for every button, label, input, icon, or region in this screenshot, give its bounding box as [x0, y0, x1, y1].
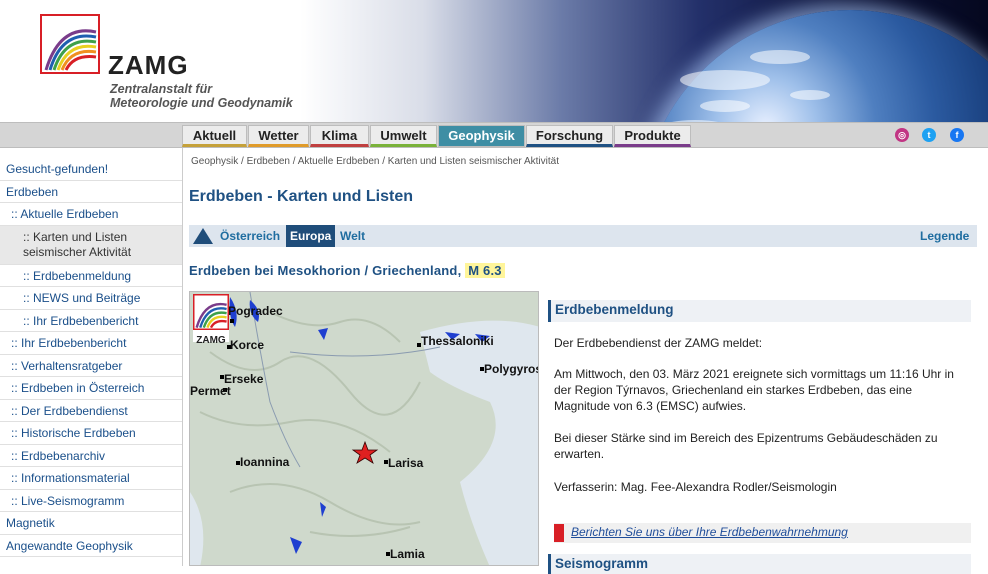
info-heading: Erdbebenmeldung	[555, 302, 674, 317]
sidebar-item-erdbebenarchiv[interactable]: :: Erdbebenarchiv	[0, 445, 182, 467]
map-city-label: Lamia	[390, 547, 425, 561]
zamg-logo-icon	[192, 293, 230, 331]
sidebar-item-karten-line2: seismischer Aktivität	[23, 244, 132, 259]
map-city-label: Larisa	[388, 456, 424, 470]
legend-button[interactable]: Legende	[920, 225, 970, 247]
tab-umwelt[interactable]: Umwelt	[370, 125, 437, 147]
sidebar-item-news[interactable]: :: NEWS und Beiträge	[0, 287, 182, 310]
facebook-icon[interactable]: f	[950, 128, 964, 142]
info-p2-line2: erwarten.	[554, 447, 605, 461]
page-title: Erdbeben - Karten und Listen	[189, 188, 414, 205]
info-paragraph-2: Bei dieser Stärke sind im Bereich des Ep…	[554, 430, 964, 462]
tab-produkte[interactable]: Produkte	[614, 125, 691, 147]
info-panel: Erdbebenmeldung Der Erdbebendienst der Z…	[548, 290, 971, 574]
map-zamg-logo: ZAMG	[192, 293, 230, 346]
sidebar-item-erdbebendienst[interactable]: :: Der Erdbebendienst	[0, 400, 182, 422]
report-row: Berichten Sie uns über Ihre Erdbebenwahr…	[554, 523, 971, 543]
tab-europa[interactable]: Europa	[286, 225, 336, 247]
report-link[interactable]: Berichten Sie uns über Ihre Erdbebenwahr…	[571, 525, 848, 539]
info-p1-line3: Magnitude von 6.3 (EMSC) aufwies.	[554, 399, 747, 413]
sidebar-item-live-seismogramm[interactable]: :: Live-Seismogramm	[0, 490, 182, 512]
triangle-up-icon[interactable]	[191, 226, 215, 246]
map-city-label: Pogradec	[228, 304, 283, 318]
sidebar-item-informationsmaterial[interactable]: :: Informationsmaterial	[0, 467, 182, 490]
sidebar-item-ihr-erdbebenbericht-sub[interactable]: :: Ihr Erdbebenbericht	[0, 310, 182, 332]
brand-subtitle-line2: Meteorologie und Geodynamik	[110, 96, 293, 110]
earthquake-map[interactable]: Pogradec Korce Erseke Permet Thessalonik…	[189, 291, 539, 566]
map-city-label: Polygyros	[484, 362, 539, 376]
sidebar-item-karten-und-listen[interactable]: :: Karten und Listen seismischer Aktivit…	[0, 226, 182, 265]
seismogram-header: Seismogramm	[548, 554, 971, 574]
sidebar-item-karten-line1: :: Karten und Listen	[23, 230, 128, 244]
sidebar-item-verhaltensratgeber[interactable]: :: Verhaltensratgeber	[0, 355, 182, 377]
breadcrumb[interactable]: Geophysik / Erdbeben / Aktuelle Erdbeben…	[191, 156, 559, 167]
red-marker	[554, 524, 564, 542]
quake-magnitude: M 6.3	[465, 263, 505, 278]
sidebar-item-erdbeben-in-oesterreich[interactable]: :: Erdbeben in Österreich	[0, 377, 182, 400]
map-city-label: Ioannina	[240, 455, 290, 469]
tab-aktuell[interactable]: Aktuell	[182, 125, 247, 147]
region-tabs: Österreich Europa Welt Legende	[189, 225, 977, 247]
map-city-label: Permet	[190, 384, 231, 398]
tab-geophysik[interactable]: Geophysik	[438, 125, 525, 147]
tab-wetter[interactable]: Wetter	[248, 125, 309, 147]
sidebar-divider	[182, 148, 183, 566]
sidebar-item-angewandte-geophysik[interactable]: Angewandte Geophysik	[0, 535, 182, 557]
brand-subtitle-line1: Zentralanstalt für	[110, 82, 213, 96]
quake-title: Erdbeben bei Mesokhorion / Griechenland,…	[189, 263, 505, 278]
tab-welt[interactable]: Welt	[340, 225, 365, 247]
brand-subtitle: Zentralanstalt für Meteorologie und Geod…	[110, 82, 293, 110]
map-logo-text: ZAMG	[196, 335, 226, 346]
zamg-logo-icon[interactable]	[40, 14, 100, 74]
info-intro: Der Erdbebendienst der ZAMG meldet:	[554, 336, 763, 350]
header: ZAMG Zentralanstalt für Meteorologie und…	[0, 0, 988, 122]
info-p2-line1: Bei dieser Stärke sind im Bereich des Ep…	[554, 431, 938, 445]
sidebar-item-erdbebenmeldung[interactable]: :: Erdbebenmeldung	[0, 265, 182, 287]
quake-location: Erdbeben bei Mesokhorion / Griechenland,	[189, 263, 462, 278]
instagram-icon[interactable]: ◎	[895, 128, 909, 142]
info-p1-line2: der Region Týrnavos, Griechenland ein st…	[554, 383, 912, 397]
main-nav: Aktuell Wetter Klima Umwelt Geophysik Fo…	[0, 122, 988, 148]
tab-klima[interactable]: Klima	[310, 125, 369, 147]
tab-forschung[interactable]: Forschung	[526, 125, 613, 147]
sidebar-item-aktuelle-erdbeben[interactable]: :: Aktuelle Erdbeben	[0, 203, 182, 226]
info-author: Verfasserin: Mag. Fee-Alexandra Rodler/S…	[554, 480, 837, 494]
info-p1-line1: Am Mittwoch, den 03. März 2021 ereignete…	[554, 367, 954, 381]
tab-oesterreich[interactable]: Österreich	[220, 225, 280, 247]
map-city-label: Korce	[230, 338, 265, 352]
info-paragraph-1: Am Mittwoch, den 03. März 2021 ereignete…	[554, 366, 964, 414]
map-city-label: Thessaloniki	[421, 334, 494, 348]
twitter-icon[interactable]: t	[922, 128, 936, 142]
sidebar: Gesucht-gefunden! Erdbeben :: Aktuelle E…	[0, 158, 182, 566]
sidebar-item-magnetik[interactable]: Magnetik	[0, 512, 182, 535]
sidebar-item-gesucht-gefunden[interactable]: Gesucht-gefunden!	[0, 158, 182, 181]
sidebar-item-historische-erdbeben[interactable]: :: Historische Erdbeben	[0, 422, 182, 445]
info-header: Erdbebenmeldung	[548, 300, 971, 322]
sidebar-item-erdbeben[interactable]: Erdbeben	[0, 181, 182, 203]
brand-name: ZAMG	[108, 50, 189, 80]
sidebar-item-ihr-erdbebenbericht[interactable]: :: Ihr Erdbebenbericht	[0, 332, 182, 355]
seismogram-heading: Seismogramm	[555, 556, 649, 571]
